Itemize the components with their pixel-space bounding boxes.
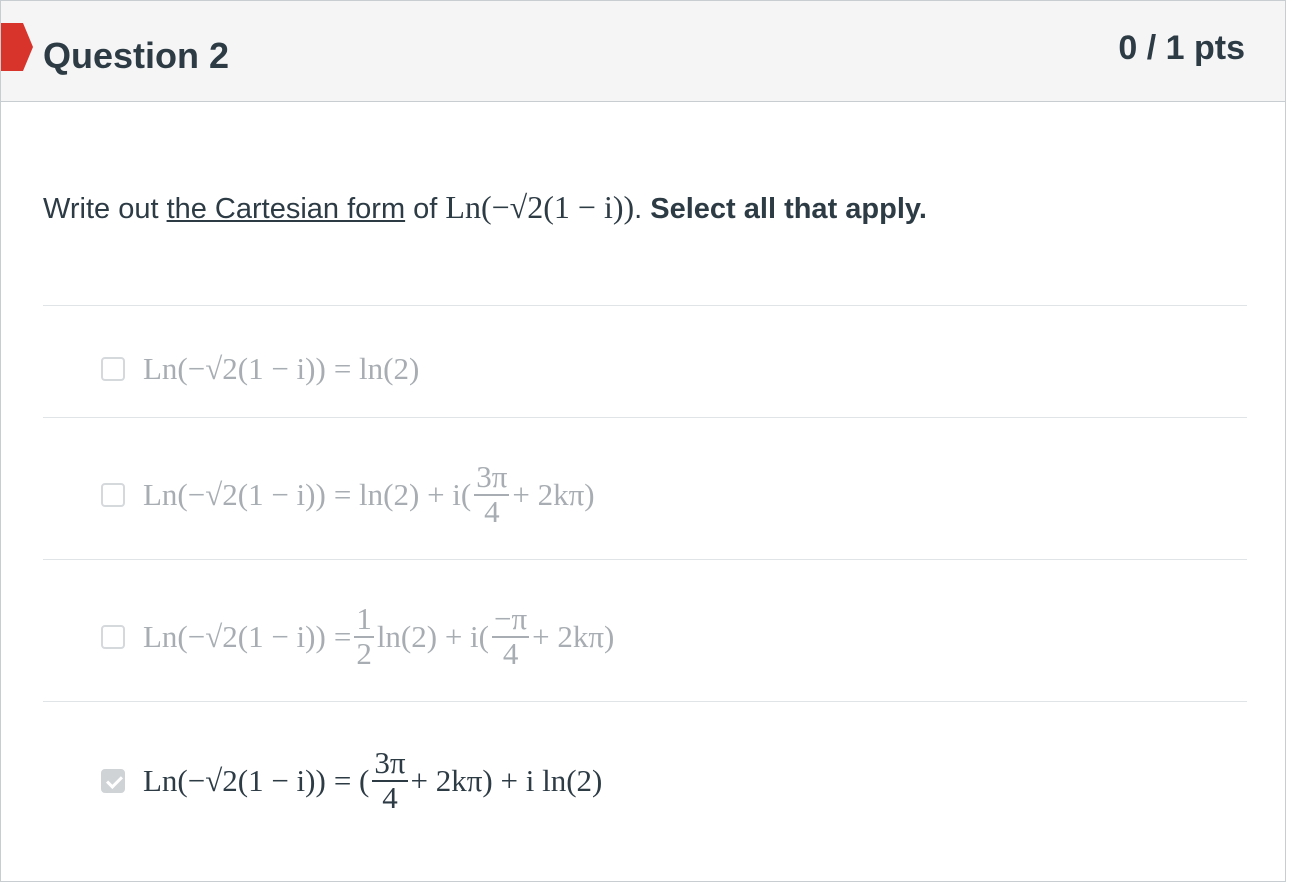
option-4-rhs-b: + 2kπ) + i ln(2)	[410, 763, 603, 798]
question-prompt: Write out the Cartesian form of Ln(−√2(1…	[43, 189, 927, 226]
answer-option-3[interactable]: Ln(−√2(1 − i)) = 1 2 ln(2) + i( −π 4 + 2…	[101, 603, 614, 670]
option-1-lhs: Ln(−√2(1 − i))	[143, 351, 326, 386]
option-1-checkbox[interactable]	[101, 357, 125, 381]
option-3-rhs-b: ln(2) + i(	[376, 619, 489, 654]
fraction-denominator: 4	[502, 636, 519, 671]
question-card: Question 2 0 / 1 pts Write out the Carte…	[0, 0, 1286, 882]
option-2-math: Ln(−√2(1 − i)) = ln(2) + i( 3π 4 + 2kπ)	[143, 461, 595, 528]
option-2-rhs-b: + 2kπ)	[512, 477, 595, 512]
option-1-math: Ln(−√2(1 − i)) = ln(2)	[143, 351, 419, 387]
prompt-mid: of	[405, 193, 446, 225]
option-4-fraction: 3π 4	[372, 745, 408, 815]
option-1-rhs: = ln(2)	[333, 351, 420, 386]
fraction-numerator: 3π	[474, 459, 510, 496]
fraction-denominator: 4	[484, 494, 500, 529]
fraction-denominator: 4	[382, 780, 398, 815]
answer-option-2[interactable]: Ln(−√2(1 − i)) = ln(2) + i( 3π 4 + 2kπ)	[101, 461, 595, 528]
prompt-tail: .	[634, 193, 651, 225]
divider	[43, 417, 1247, 418]
option-3-math: Ln(−√2(1 − i)) = 1 2 ln(2) + i( −π 4 + 2…	[143, 603, 614, 670]
divider	[43, 559, 1247, 560]
flag-icon	[1, 23, 33, 71]
fraction-denominator: 2	[356, 636, 372, 671]
fraction-numerator: 1	[354, 601, 374, 638]
option-2-fraction: 3π 4	[474, 459, 510, 529]
option-3-fraction-1: 1 2	[354, 603, 374, 670]
cartesian-form-link[interactable]: the Cartesian form	[167, 193, 406, 225]
option-3-lhs: Ln(−√2(1 − i))	[143, 619, 326, 654]
prompt-expression: Ln(−√2(1 − i))	[445, 189, 635, 225]
option-3-rhs-a: =	[333, 619, 352, 654]
option-4-rhs-a: = (	[333, 763, 370, 798]
option-3-rhs-c: + 2kπ)	[532, 619, 615, 654]
option-2-lhs: Ln(−√2(1 − i))	[143, 477, 326, 512]
option-2-rhs-a: = ln(2) + i(	[333, 477, 472, 512]
answer-option-1[interactable]: Ln(−√2(1 − i)) = ln(2)	[101, 339, 419, 399]
option-4-lhs: Ln(−√2(1 − i))	[143, 763, 326, 798]
prompt-instruction: Select all that apply.	[650, 193, 927, 225]
answer-option-4[interactable]: Ln(−√2(1 − i)) = ( 3π 4 + 2kπ) + i ln(2)	[101, 747, 602, 814]
divider	[43, 701, 1247, 702]
question-header: Question 2 0 / 1 pts	[1, 1, 1285, 102]
fraction-numerator: 3π	[372, 745, 408, 782]
option-2-checkbox[interactable]	[101, 483, 125, 507]
question-title: Question 2	[43, 35, 230, 76]
option-3-fraction-2: −π 4	[492, 601, 530, 671]
option-3-checkbox[interactable]	[101, 625, 125, 649]
divider	[43, 305, 1247, 306]
points-label: 0 / 1 pts	[1118, 29, 1245, 67]
prompt-lead: Write out	[43, 193, 167, 225]
option-4-checkbox[interactable]	[101, 769, 125, 793]
option-4-math: Ln(−√2(1 − i)) = ( 3π 4 + 2kπ) + i ln(2)	[143, 747, 602, 814]
fraction-numerator: −π	[492, 601, 530, 638]
